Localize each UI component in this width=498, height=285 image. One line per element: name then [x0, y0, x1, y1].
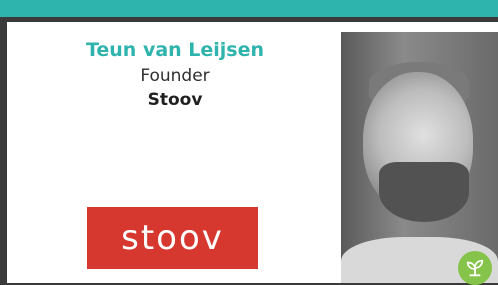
- company-logo: stoov: [87, 207, 258, 269]
- profile-name: Teun van Leijsen: [85, 39, 265, 61]
- profile-info: Teun van Leijsen Founder Stoov: [55, 38, 295, 112]
- profile-photo: [341, 32, 498, 283]
- accent-bar: [0, 0, 498, 17]
- sprout-icon: [466, 259, 484, 277]
- profile-role: Founder: [140, 66, 210, 86]
- sprout-badge: [458, 251, 492, 285]
- photo-beard: [379, 162, 469, 222]
- company-logo-text: stoov: [121, 218, 224, 258]
- profile-company: Stoov: [147, 90, 203, 110]
